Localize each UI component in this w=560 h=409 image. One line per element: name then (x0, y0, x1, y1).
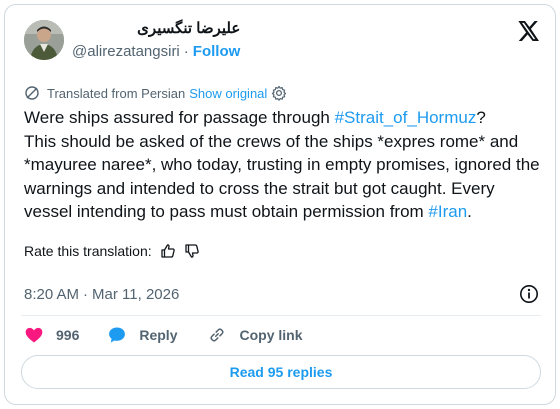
rate-translation-label: Rate this translation: (24, 243, 152, 259)
heart-icon (25, 327, 43, 343)
thumbs-down-icon[interactable] (184, 243, 200, 259)
reply-bubble-icon (109, 327, 126, 343)
separator-dot: · (183, 43, 189, 60)
copy-link-label: Copy link (239, 327, 303, 343)
tweet-time: 8:20 AM (24, 285, 80, 303)
tweet-text-end: . (467, 202, 472, 221)
copy-link-button[interactable]: Copy link (207, 325, 303, 345)
translation-label: Translated from Persian (47, 85, 186, 101)
author-handle[interactable]: @alirezatangsiri (72, 42, 180, 62)
follow-button[interactable]: Follow (193, 42, 241, 62)
thumbs-up-icon[interactable] (160, 243, 176, 259)
tweet-text: Were ships assured for passage through #… (24, 106, 546, 224)
tweet-text-line1-end: ? (476, 108, 486, 127)
author-block: علیرضا تنگسیری @alirezatangsiri · Follow (72, 19, 240, 62)
handle-row: @alirezatangsiri · Follow (72, 42, 240, 62)
show-original-link[interactable]: Show original (189, 86, 267, 101)
author-display-name[interactable]: علیرضا تنگسیری (72, 19, 240, 39)
reply-label: Reply (139, 327, 178, 343)
reply-button[interactable]: Reply (107, 325, 177, 345)
x-logo-icon[interactable] (518, 21, 540, 41)
hashtag-strait-of-hormuz[interactable]: #Strait_of_Hormuz (335, 108, 477, 127)
divider (21, 315, 541, 316)
like-count: 996 (56, 327, 80, 343)
tweet-date: Mar 11, 2026 (92, 285, 180, 303)
tweet-card: علیرضا تنگسیری @alirezatangsiri · Follow… (4, 4, 556, 405)
like-button[interactable]: 996 (24, 325, 79, 345)
timestamp-separator: · (83, 285, 89, 303)
rate-translation: Rate this translation: (24, 241, 200, 261)
translate-icon (25, 86, 39, 100)
info-icon[interactable] (519, 284, 539, 304)
tweet-text-line1: Were ships assured for passage through (24, 108, 335, 127)
translation-notice: Translated from Persian Show original (24, 84, 287, 102)
gear-icon[interactable] (271, 85, 287, 101)
read-replies-button[interactable]: Read 95 replies (21, 355, 541, 389)
timestamp[interactable]: 8:20 AM · Mar 11, 2026 (24, 284, 179, 304)
hashtag-iran[interactable]: #Iran (428, 202, 467, 221)
action-bar: 996 Reply Copy link (24, 324, 303, 346)
avatar[interactable] (24, 20, 64, 60)
link-icon (210, 328, 225, 342)
